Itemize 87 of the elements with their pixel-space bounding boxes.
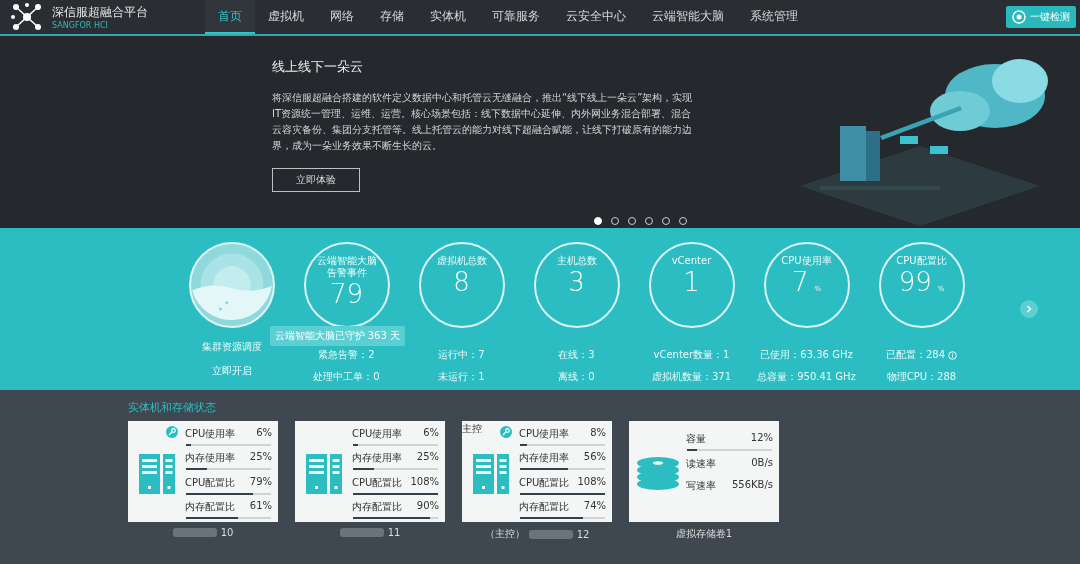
metric-value: 6% <box>423 427 439 441</box>
server-icon <box>305 453 342 494</box>
stat-detail: 已配置：284 <box>885 348 946 362</box>
nav-tab[interactable]: 首页 <box>205 0 255 34</box>
metric-value: 108% <box>410 475 439 489</box>
app-title: 深信服超融合平台 <box>52 4 148 21</box>
nav-tab[interactable]: 实体机 <box>417 0 479 34</box>
metric-name: 容量 <box>686 432 706 446</box>
nav-tab[interactable]: 系统管理 <box>737 0 811 34</box>
stat-title: CPU配置比 <box>895 255 948 267</box>
metric-name: 内存使用率 <box>519 451 569 466</box>
nav-tab[interactable]: 云端智能大脑 <box>639 0 737 34</box>
disk-stack-icon <box>635 456 680 491</box>
metric-value: 108% <box>577 475 606 489</box>
app-subtitle: SANGFOR HCI <box>52 21 109 30</box>
stat-detail: 运行中：7 <box>438 348 485 362</box>
metric-name: 内存使用率 <box>185 451 235 466</box>
section-title: 实体机和存储状态 <box>128 400 217 415</box>
blurred-name <box>339 528 384 537</box>
host-name: 10 <box>220 527 234 538</box>
stat-detail: 虚拟机数量：371 <box>651 370 732 384</box>
metric-value: 56% <box>583 451 606 465</box>
stat-value: 8 <box>453 267 470 297</box>
metric-name: CPU配置比 <box>352 475 403 490</box>
metric-value: 6% <box>256 427 272 441</box>
host-name: 12 <box>576 528 590 540</box>
metric-name: CPU使用率 <box>352 427 403 442</box>
metric-name: 写速率 <box>686 479 716 493</box>
metric-value: 0B/s <box>751 457 773 470</box>
stat-title: 虚拟机总数 <box>435 255 488 267</box>
stat-detail: 物理CPU：288 <box>886 370 957 384</box>
server-icon <box>472 453 509 494</box>
stat-title: CPU使用率 <box>780 255 833 267</box>
host-name: 11 <box>387 527 401 538</box>
nav-tab[interactable]: 云安全中心 <box>553 0 639 34</box>
banner-title: 线上线下一朵云 <box>272 58 364 76</box>
metric-name: 内存使用率 <box>352 451 402 466</box>
master-label: 主控 <box>462 422 482 436</box>
stat-detail: 紧急告警：2 <box>318 348 375 362</box>
metric-name: CPU配置比 <box>519 475 570 490</box>
stat-detail: 离线：0 <box>558 370 595 384</box>
volume-name: 虚拟存储卷1 <box>675 527 733 541</box>
server-icon <box>138 453 175 494</box>
metric-name: CPU使用率 <box>185 427 236 442</box>
metric-name: 内存配置比 <box>352 499 402 514</box>
metric-value: 90% <box>416 499 439 513</box>
metric-value: 61% <box>249 499 272 513</box>
blurred-name <box>172 528 217 537</box>
metric-name: 内存配置比 <box>185 499 235 514</box>
stat-value: 1 <box>683 267 700 297</box>
nav-tab[interactable]: 可靠服务 <box>479 0 553 34</box>
banner-text: 将深信服超融合搭建的软件定义数据中心和托管云无缝融合，推出“线下线上一朵云”架构，实现IT资源统一管理、运维、运营。核心场景包括：线下数据中心延伸、内外网业务混合部署、混合云容灾备份、集团分支托管等。线上托管云的能力对线下超融合赋能，让线下打破原有的能力边界，成为一朵业务效果不断生长的云。 <box>272 91 694 153</box>
stat-title: 云端智能大脑告警事件 <box>315 255 378 279</box>
nav-tab[interactable]: 虚拟机 <box>255 0 317 34</box>
metric-value: 8% <box>590 427 606 441</box>
stat-value: 99 <box>898 267 932 297</box>
stat-detail: 未运行：1 <box>438 370 485 384</box>
metric-value: 79% <box>249 475 272 489</box>
metric-name: CPU配置比 <box>185 475 236 490</box>
nav-tab[interactable]: 网络 <box>317 0 367 34</box>
metric-name: 读速率 <box>686 457 716 471</box>
chevron-right-icon <box>1024 304 1034 314</box>
metric-name: 内存配置比 <box>519 499 569 514</box>
stat-detail: 处理中工单：0 <box>313 370 380 384</box>
metric-value: 25% <box>249 451 272 465</box>
metric-name: CPU使用率 <box>519 427 570 442</box>
stat-detail: 总容量：950.41 GHz <box>757 370 856 384</box>
target-icon <box>1012 10 1026 24</box>
blurred-name <box>528 529 573 539</box>
gauge-label: 集群资源调度 <box>201 340 262 354</box>
stat-detail: 在线：3 <box>558 348 595 362</box>
stat-value: 3 <box>568 267 585 297</box>
nav-tab[interactable]: 存储 <box>367 0 417 34</box>
tooltip: 云端智能大脑已守护 363 天 <box>269 326 405 346</box>
stat-title: vCenter <box>670 255 713 267</box>
logo-icon <box>10 2 44 32</box>
stat-detail: 已使用：63.36 GHz <box>760 348 853 362</box>
stat-value: 7 <box>791 267 809 297</box>
stat-value: 79 <box>329 279 364 309</box>
stat-title: 主机总数 <box>555 255 598 267</box>
host-role: （主控） <box>484 527 525 541</box>
try-now-button[interactable]: 立即体验 <box>272 168 360 192</box>
stat-detail: vCenter数量：1 <box>653 348 730 362</box>
metric-value: 12% <box>750 432 773 445</box>
metric-value: 74% <box>583 499 606 513</box>
metric-value: 25% <box>416 451 439 465</box>
metric-value: 556KB/s <box>731 479 773 492</box>
